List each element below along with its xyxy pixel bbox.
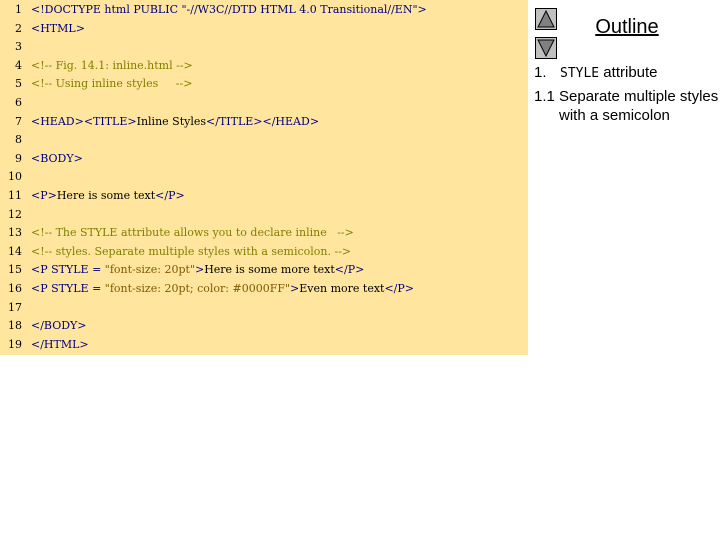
next-slide-button[interactable]	[535, 37, 557, 59]
code-text: <!DOCTYPE html PUBLIC "-//W3C//DTD HTML …	[31, 2, 427, 18]
code-text: <HEAD><TITLE>Inline Styles</TITLE></HEAD…	[31, 114, 319, 130]
code-token-text: Inline Styles	[136, 114, 207, 128]
line-number: 7	[15, 114, 22, 128]
code-token-tag: </P>	[384, 282, 415, 295]
code-text: </HTML>	[31, 337, 89, 353]
code-token-tag: >	[194, 263, 205, 277]
outline-item-1: 1. STYLE attribute	[534, 63, 714, 83]
line-number: 14	[8, 244, 22, 258]
code-token-comment: <!-- Fig. 14.1: inline.html -->	[31, 58, 193, 72]
code-token-tag: </P>	[334, 263, 365, 277]
line-number: 12	[8, 207, 22, 221]
code-text: <!-- Fig. 14.1: inline.html -->	[31, 58, 193, 74]
code-text: <P STYLE = "font-size: 20pt">Here is som…	[31, 262, 364, 278]
line-number: 11	[8, 189, 22, 202]
code-text: <!-- styles. Separate multiple styles wi…	[31, 244, 351, 260]
code-token-tag: <!DOCTYPE html PUBLIC "-//W3C//DTD HTML …	[31, 3, 427, 16]
code-token-tag: </P>	[155, 189, 185, 202]
outline-item-label: Separate multiple styles with a semicolo…	[559, 88, 719, 124]
outline-title[interactable]: Outline	[592, 16, 662, 39]
line-number: 18	[8, 319, 22, 333]
code-token-str: "font-size: 20pt"	[104, 263, 195, 277]
code-token-text: Here is some more text	[204, 263, 335, 277]
code-text: <!-- Using inline styles -->	[31, 76, 192, 92]
line-number: 2	[15, 21, 22, 35]
line-number: 4	[15, 58, 22, 72]
code-token-comment: <!-- The STYLE attribute allows you to d…	[31, 226, 354, 240]
code-token-tag: </BODY>	[31, 319, 87, 333]
previous-slide-button[interactable]	[535, 8, 557, 30]
code-token-str: "font-size: 20pt; color: #0000FF"	[104, 282, 291, 295]
outline-item-number: 1.1	[534, 88, 555, 105]
line-number: 13	[8, 226, 22, 240]
code-token-comment: <!-- Using inline styles -->	[31, 77, 193, 91]
code-token-tag: <P STYLE =	[31, 282, 105, 295]
code-token-tag: <P>	[31, 189, 57, 202]
line-number: 16	[8, 282, 22, 295]
code-text: <!-- The STYLE attribute allows you to d…	[31, 225, 354, 241]
line-number: 9	[15, 151, 22, 165]
line-number: 1	[15, 3, 22, 16]
code-token-tag: <P STYLE =	[31, 263, 105, 277]
code-token-tag: <HTML>	[31, 21, 85, 35]
code-text: <BODY>	[31, 151, 83, 167]
code-token-tag: </TITLE></HEAD>	[206, 114, 320, 128]
code-text: <P STYLE = "font-size: 20pt; color: #000…	[31, 281, 414, 297]
line-number: 19	[8, 337, 22, 351]
code-text: </BODY>	[31, 318, 87, 334]
code-text: <HTML>	[31, 21, 85, 37]
code-token-text: Here is some text	[56, 189, 156, 202]
line-number: 17	[8, 300, 22, 314]
outline-item-code: STYLE	[560, 66, 600, 81]
code-token-tag: <BODY>	[31, 151, 83, 165]
triangle-down-icon	[537, 39, 555, 57]
triangle-up-icon	[537, 10, 555, 28]
line-number: 15	[8, 263, 22, 277]
code-token-tag: <HEAD><TITLE>	[31, 114, 137, 128]
code-token-tag: >	[290, 282, 300, 295]
line-number: 6	[15, 96, 22, 109]
line-number: 3	[15, 40, 22, 54]
code-token-text: Even more text	[299, 282, 385, 295]
line-number: 5	[15, 77, 22, 91]
outline-item-number: 1.	[534, 64, 547, 81]
code-text: <P>Here is some text</P>	[31, 188, 185, 204]
code-panel: 1 <!DOCTYPE html PUBLIC "-//W3C//DTD HTML…	[0, 0, 528, 355]
code-token-tag: </HTML>	[31, 337, 89, 351]
line-number: 8	[15, 133, 22, 147]
outline-item-label: attribute	[599, 64, 658, 81]
line-number: 10	[8, 170, 22, 184]
code-token-comment: <!-- styles. Separate multiple styles wi…	[31, 244, 352, 258]
